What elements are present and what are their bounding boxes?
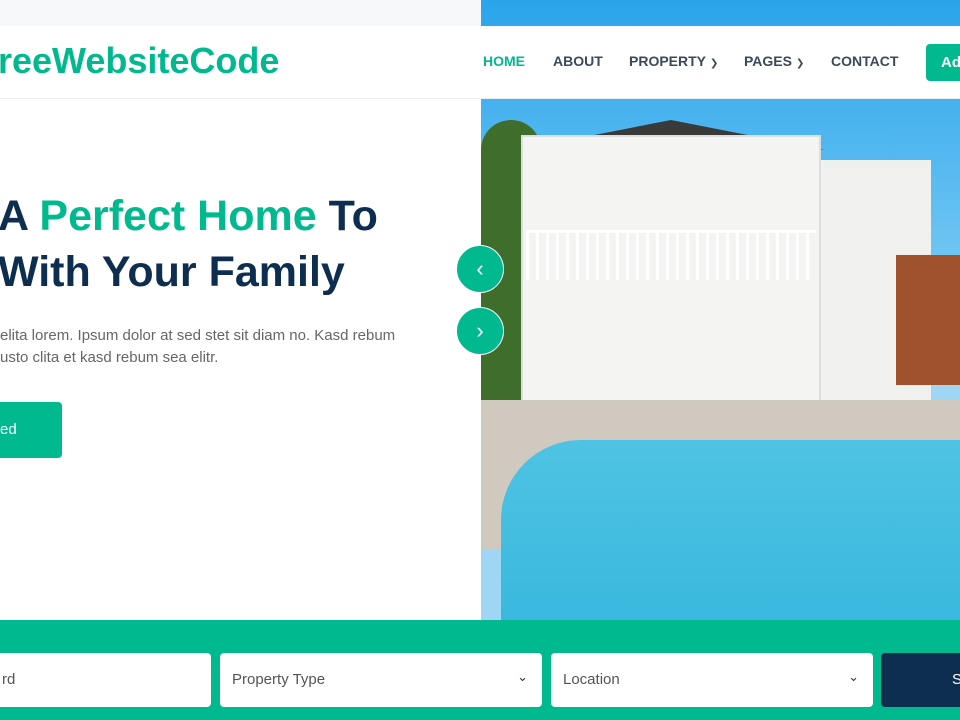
- chevron-left-icon[interactable]: ‹: [456, 245, 504, 293]
- search-button[interactable]: S: [881, 653, 960, 707]
- get-started-button[interactable]: ed: [0, 402, 62, 458]
- nav-property[interactable]: PROPERTY ❯: [629, 53, 718, 69]
- chevron-right-icon[interactable]: ›: [456, 307, 504, 355]
- chevron-down-icon: ❯: [710, 58, 719, 69]
- nav-home[interactable]: HOME: [483, 53, 525, 69]
- balcony: [526, 230, 816, 280]
- search-bar: rd Property Type ⌄ Location ⌄ S: [0, 620, 960, 720]
- nav-property-label: PROPERTY: [629, 53, 707, 69]
- wood-panel: [896, 255, 960, 385]
- nav-pages[interactable]: PAGES ❯: [744, 53, 804, 69]
- nav-pages-label: PAGES: [744, 53, 792, 69]
- title-accent: Perfect Home: [39, 192, 317, 240]
- title-text: A: [0, 192, 40, 240]
- title-text: To: [316, 192, 378, 240]
- property-type-value: Property Type: [232, 671, 326, 688]
- property-type-select[interactable]: Property Type ⌄: [220, 653, 542, 707]
- desc-line: usto clita et kasd rebum sea elitr.: [0, 349, 219, 366]
- hero-title-line2: With Your Family: [0, 248, 345, 296]
- chevron-down-icon: ❯: [795, 58, 805, 69]
- pool: [501, 440, 960, 620]
- location-value: Location: [563, 671, 620, 688]
- top-bar: [0, 0, 481, 26]
- chevron-down-icon: ⌄: [848, 669, 859, 684]
- logo[interactable]: reeWebsiteCode: [0, 40, 279, 82]
- desc-line: elita lorem. Ipsum dolor at sed stet sit…: [0, 327, 396, 344]
- hero-description: elita lorem. Ipsum dolor at sed stet sit…: [0, 325, 395, 369]
- keyword-placeholder: rd: [2, 671, 16, 688]
- nav-contact[interactable]: CONTACT: [831, 53, 898, 69]
- hero-title-line1: A Perfect Home To: [0, 192, 378, 241]
- keyword-input[interactable]: rd: [0, 653, 211, 707]
- navbar: reeWebsiteCode HOME ABOUT PROPERTY ❯ PAGE…: [0, 26, 960, 99]
- location-select[interactable]: Location ⌄: [551, 653, 873, 707]
- chevron-down-icon: ⌄: [517, 669, 528, 684]
- add-property-button[interactable]: Ad: [926, 44, 960, 81]
- nav-about[interactable]: ABOUT: [553, 53, 603, 69]
